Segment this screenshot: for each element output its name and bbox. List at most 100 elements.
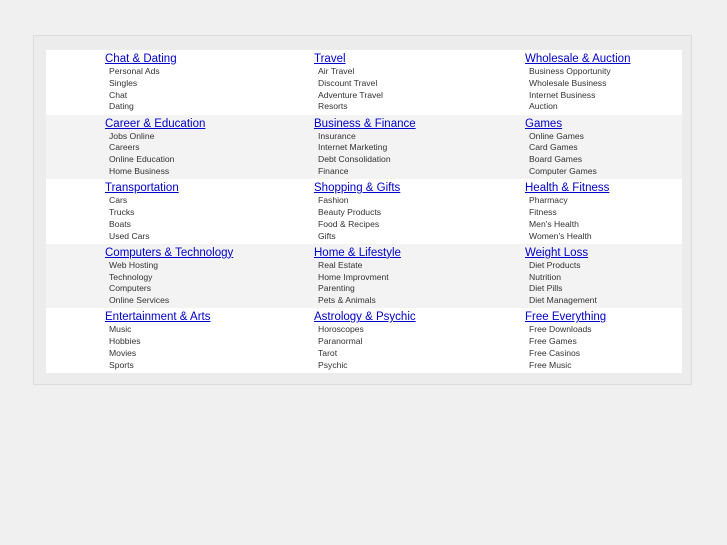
category-link[interactable]: Computers & Technology	[105, 246, 233, 260]
category-block: Business & Finance Insurance Internet Mark…	[314, 117, 416, 178]
subcategory-link[interactable]: Personal Ads	[109, 66, 177, 78]
subcategory-link[interactable]: Pharmacy	[529, 195, 609, 207]
subcategory-link[interactable]: Fashion	[318, 195, 400, 207]
subcategory-link[interactable]: Computers	[109, 283, 233, 295]
subcategory-link[interactable]: Free Downloads	[529, 324, 606, 336]
subcategory-link[interactable]: Horoscopes	[318, 324, 416, 336]
subcategory-link[interactable]: Jobs Online	[109, 131, 205, 143]
category-link[interactable]: Free Everything	[525, 310, 606, 324]
subcategory-link[interactable]: Insurance	[318, 131, 416, 143]
subcategory-list: Cars Trucks Boats Used Cars	[105, 195, 179, 242]
subcategory-list: Online Games Card Games Board Games Compute…	[525, 131, 597, 178]
subcategory-list: Pharmacy Fitness Men's Health Women's Healt…	[525, 195, 609, 242]
category-link[interactable]: Wholesale & Auction	[525, 52, 630, 66]
category-link[interactable]: Travel	[314, 52, 383, 66]
subcategory-link[interactable]: Women's Health	[529, 231, 609, 243]
category-block: Wholesale & Auction Business Opportunity W…	[525, 52, 630, 113]
category-block: Shopping & Gifts Fashion Beauty Products Fo…	[314, 181, 400, 242]
category-link[interactable]: Chat & Dating	[105, 52, 177, 66]
subcategory-link[interactable]: Music	[109, 324, 210, 336]
category-block: Travel Air Travel Discount Travel Adventure…	[314, 52, 383, 113]
subcategory-link[interactable]: Online Education	[109, 154, 205, 166]
subcategory-link[interactable]: Free Music	[529, 360, 606, 372]
category-block: Computers & Technology Web Hosting Technol…	[105, 246, 233, 307]
subcategory-link[interactable]: Sports	[109, 360, 210, 372]
category-row: Entertainment & Arts Music Hobbies Movies Sp…	[46, 308, 682, 373]
subcategory-link[interactable]: Nutrition	[529, 272, 597, 284]
subcategory-list: Air Travel Discount Travel Adventure Trave…	[314, 66, 383, 113]
category-link[interactable]: Career & Education	[105, 117, 205, 131]
subcategory-link[interactable]: Parenting	[318, 283, 401, 295]
category-link[interactable]: Games	[525, 117, 597, 131]
subcategory-list: Jobs Online Careers Online Education Home B…	[105, 131, 205, 178]
subcategory-link[interactable]: Home Improvment	[318, 272, 401, 284]
subcategory-link[interactable]: Free Casinos	[529, 348, 606, 360]
subcategory-list: Diet Products Nutrition Diet Pills Diet Man…	[525, 260, 597, 307]
category-link[interactable]: Astrology & Psychic	[314, 310, 416, 324]
subcategory-link[interactable]: Board Games	[529, 154, 597, 166]
category-link[interactable]: Home & Lifestyle	[314, 246, 401, 260]
subcategory-link[interactable]: Trucks	[109, 207, 179, 219]
subcategory-link[interactable]: Gifts	[318, 231, 400, 243]
subcategory-list: Personal Ads Singles Chat Dating	[105, 66, 177, 113]
subcategory-link[interactable]: Technology	[109, 272, 233, 284]
subcategory-list: Business Opportunity Wholesale Business In…	[525, 66, 630, 113]
subcategory-list: Fashion Beauty Products Food & Recipes Gift…	[314, 195, 400, 242]
subcategory-link[interactable]: Free Games	[529, 336, 606, 348]
subcategory-link[interactable]: Computer Games	[529, 166, 597, 178]
subcategory-link[interactable]: Online Services	[109, 295, 233, 307]
subcategory-link[interactable]: Diet Management	[529, 295, 597, 307]
subcategory-link[interactable]: Careers	[109, 142, 205, 154]
subcategory-list: Insurance Internet Marketing Debt Consolid…	[314, 131, 416, 178]
subcategory-link[interactable]: Resorts	[318, 101, 383, 113]
subcategory-link[interactable]: Internet Business	[529, 90, 630, 102]
subcategory-link[interactable]: Web Hosting	[109, 260, 233, 272]
subcategory-link[interactable]: Internet Marketing	[318, 142, 416, 154]
subcategory-link[interactable]: Singles	[109, 78, 177, 90]
category-link[interactable]: Health & Fitness	[525, 181, 609, 195]
category-link[interactable]: Shopping & Gifts	[314, 181, 400, 195]
subcategory-link[interactable]: Air Travel	[318, 66, 383, 78]
category-block: Home & Lifestyle Real Estate Home Improvme…	[314, 246, 401, 307]
category-block: Weight Loss Diet Products Nutrition Diet Pi…	[525, 246, 597, 307]
subcategory-link[interactable]: Chat	[109, 90, 177, 102]
subcategory-link[interactable]: Cars	[109, 195, 179, 207]
subcategory-link[interactable]: Card Games	[529, 142, 597, 154]
category-block: Transportation Cars Trucks Boats Used Cars	[105, 181, 179, 242]
subcategory-link[interactable]: Online Games	[529, 131, 597, 143]
subcategory-link[interactable]: Hobbies	[109, 336, 210, 348]
category-link[interactable]: Business & Finance	[314, 117, 416, 131]
subcategory-link[interactable]: Pets & Animals	[318, 295, 401, 307]
subcategory-link[interactable]: Tarot	[318, 348, 416, 360]
category-block: Chat & Dating Personal Ads Singles Chat Dati…	[105, 52, 177, 113]
subcategory-link[interactable]: Wholesale Business	[529, 78, 630, 90]
subcategory-link[interactable]: Movies	[109, 348, 210, 360]
category-row: Computers & Technology Web Hosting Technol…	[46, 243, 682, 309]
subcategory-link[interactable]: Diet Pills	[529, 283, 597, 295]
subcategory-link[interactable]: Diet Products	[529, 260, 597, 272]
subcategory-link[interactable]: Real Estate	[318, 260, 401, 272]
subcategory-link[interactable]: Dating	[109, 101, 177, 113]
subcategory-list: Horoscopes Paranormal Tarot Psychic	[314, 324, 416, 371]
category-row: Transportation Cars Trucks Boats Used Cars Sh…	[46, 179, 682, 244]
subcategory-link[interactable]: Psychic	[318, 360, 416, 372]
subcategory-link[interactable]: Beauty Products	[318, 207, 400, 219]
subcategory-link[interactable]: Debt Consolidation	[318, 154, 416, 166]
category-link[interactable]: Entertainment & Arts	[105, 310, 210, 324]
subcategory-link[interactable]: Auction	[529, 101, 630, 113]
subcategory-link[interactable]: Adventure Travel	[318, 90, 383, 102]
category-link[interactable]: Transportation	[105, 181, 179, 195]
subcategory-list: Real Estate Home Improvment Parenting Pets …	[314, 260, 401, 307]
subcategory-link[interactable]: Fitness	[529, 207, 609, 219]
subcategory-link[interactable]: Business Opportunity	[529, 66, 630, 78]
subcategory-link[interactable]: Home Business	[109, 166, 205, 178]
subcategory-link[interactable]: Used Cars	[109, 231, 179, 243]
subcategory-link[interactable]: Discount Travel	[318, 78, 383, 90]
category-link[interactable]: Weight Loss	[525, 246, 597, 260]
subcategory-link[interactable]: Boats	[109, 219, 179, 231]
category-row: Chat & Dating Personal Ads Singles Chat Dati…	[46, 50, 682, 115]
subcategory-link[interactable]: Food & Recipes	[318, 219, 400, 231]
subcategory-link[interactable]: Finance	[318, 166, 416, 178]
subcategory-link[interactable]: Men's Health	[529, 219, 609, 231]
subcategory-link[interactable]: Paranormal	[318, 336, 416, 348]
